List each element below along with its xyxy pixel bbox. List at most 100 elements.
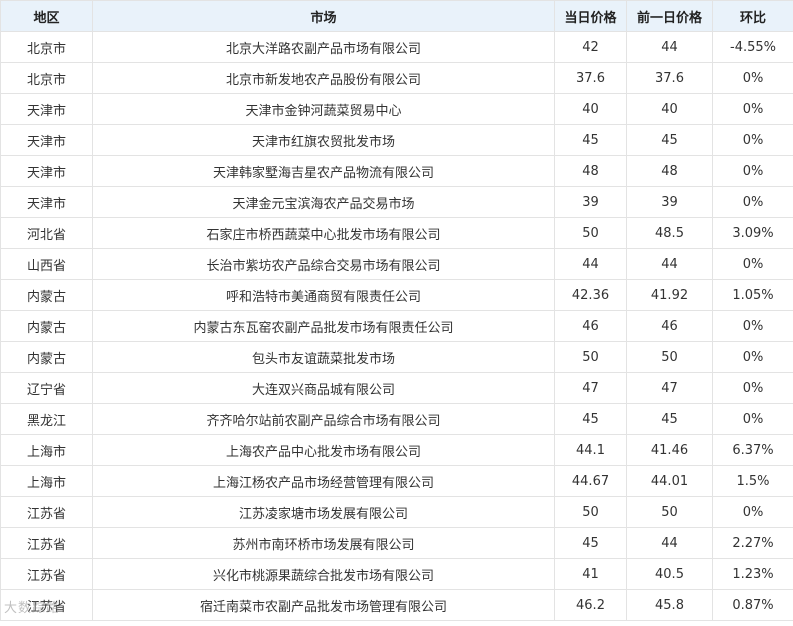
cell-prev-price: 41.46 <box>626 434 713 466</box>
cell-today-price: 44.1 <box>554 434 627 466</box>
cell-change: 2.27% <box>712 527 793 559</box>
cell-market: 上海江杨农产品市场经营管理有限公司 <box>92 465 555 497</box>
cell-change: 0% <box>712 310 793 342</box>
cell-prev-price: 44 <box>626 248 713 280</box>
header-market[interactable]: 市场 <box>92 0 555 32</box>
cell-region: 山西省 <box>0 248 93 280</box>
cell-change: 6.37% <box>712 434 793 466</box>
header-today-price[interactable]: 当日价格 <box>554 0 627 32</box>
header-change[interactable]: 环比 <box>712 0 793 32</box>
cell-market: 天津市红旗农贸批发市场 <box>92 124 555 156</box>
table-row: 山西省 长治市紫坊农产品综合交易市场有限公司 44 44 0% <box>0 248 793 280</box>
cell-today-price: 46.2 <box>554 589 627 621</box>
cell-market: 大连双兴商品城有限公司 <box>92 372 555 404</box>
cell-today-price: 41 <box>554 558 627 590</box>
table-row: 北京市 北京大洋路农副产品市场有限公司 42 44 -4.55% <box>0 31 793 63</box>
cell-change: 0% <box>712 496 793 528</box>
table-row: 内蒙古 呼和浩特市美通商贸有限责任公司 42.36 41.92 1.05% <box>0 279 793 311</box>
cell-today-price: 50 <box>554 496 627 528</box>
table-row: 天津市 天津金元宝滨海农产品交易市场 39 39 0% <box>0 186 793 218</box>
cell-today-price: 44 <box>554 248 627 280</box>
cell-market: 上海农产品中心批发市场有限公司 <box>92 434 555 466</box>
cell-change: 0% <box>712 93 793 125</box>
table-row: 天津市 天津市金钟河蔬菜贸易中心 40 40 0% <box>0 93 793 125</box>
cell-region: 内蒙古 <box>0 341 93 373</box>
cell-today-price: 42 <box>554 31 627 63</box>
table-row: 江苏省 兴化市桃源果蔬综合批发市场有限公司 41 40.5 1.23% <box>0 558 793 590</box>
cell-region: 江苏省 <box>0 558 93 590</box>
cell-market: 包头市友谊蔬菜批发市场 <box>92 341 555 373</box>
cell-region: 江苏省 <box>0 589 93 621</box>
cell-change: 0.87% <box>712 589 793 621</box>
cell-prev-price: 48 <box>626 155 713 187</box>
table-row: 上海市 上海江杨农产品市场经营管理有限公司 44.67 44.01 1.5% <box>0 465 793 497</box>
cell-today-price: 45 <box>554 403 627 435</box>
cell-change: 0% <box>712 124 793 156</box>
cell-prev-price: 50 <box>626 341 713 373</box>
cell-today-price: 50 <box>554 341 627 373</box>
cell-prev-price: 37.6 <box>626 62 713 94</box>
cell-region: 黑龙江 <box>0 403 93 435</box>
table-row: 黑龙江 齐齐哈尔站前农副产品综合市场有限公司 45 45 0% <box>0 403 793 435</box>
cell-market: 天津韩家墅海吉星农产品物流有限公司 <box>92 155 555 187</box>
cell-region: 江苏省 <box>0 496 93 528</box>
header-region[interactable]: 地区 <box>0 0 93 32</box>
cell-change: 1.05% <box>712 279 793 311</box>
cell-prev-price: 44 <box>626 527 713 559</box>
table-row: 辽宁省 大连双兴商品城有限公司 47 47 0% <box>0 372 793 404</box>
table-row: 内蒙古 内蒙古东瓦窑农副产品批发市场有限责任公司 46 46 0% <box>0 310 793 342</box>
cell-change: 1.23% <box>712 558 793 590</box>
cell-market: 宿迁南菜市农副产品批发市场管理有限公司 <box>92 589 555 621</box>
cell-change: 0% <box>712 62 793 94</box>
cell-region: 北京市 <box>0 62 93 94</box>
table-row: 江苏省 宿迁南菜市农副产品批发市场管理有限公司 46.2 45.8 0.87% <box>0 589 793 621</box>
cell-market: 石家庄市桥西蔬菜中心批发市场有限公司 <box>92 217 555 249</box>
cell-prev-price: 40.5 <box>626 558 713 590</box>
cell-change: 0% <box>712 341 793 373</box>
cell-today-price: 44.67 <box>554 465 627 497</box>
cell-region: 江苏省 <box>0 527 93 559</box>
table-row: 上海市 上海农产品中心批发市场有限公司 44.1 41.46 6.37% <box>0 434 793 466</box>
cell-prev-price: 41.92 <box>626 279 713 311</box>
table-row: 河北省 石家庄市桥西蔬菜中心批发市场有限公司 50 48.5 3.09% <box>0 217 793 249</box>
cell-prev-price: 48.5 <box>626 217 713 249</box>
header-prev-price[interactable]: 前一日价格 <box>626 0 713 32</box>
cell-change: 1.5% <box>712 465 793 497</box>
cell-change: -4.55% <box>712 31 793 63</box>
cell-region: 河北省 <box>0 217 93 249</box>
cell-change: 0% <box>712 372 793 404</box>
cell-change: 0% <box>712 186 793 218</box>
price-table: 地区 市场 当日价格 前一日价格 环比 北京市 北京大洋路农副产品市场有限公司 42… <box>0 0 793 621</box>
table-row: 江苏省 苏州市南环桥市场发展有限公司 45 44 2.27% <box>0 527 793 559</box>
cell-prev-price: 45.8 <box>626 589 713 621</box>
table-body: 北京市 北京大洋路农副产品市场有限公司 42 44 -4.55% 北京市 北京市新发地农产品… <box>0 31 793 621</box>
cell-change: 0% <box>712 155 793 187</box>
cell-market: 齐齐哈尔站前农副产品综合市场有限公司 <box>92 403 555 435</box>
cell-today-price: 47 <box>554 372 627 404</box>
cell-today-price: 40 <box>554 93 627 125</box>
cell-change: 0% <box>712 403 793 435</box>
cell-prev-price: 50 <box>626 496 713 528</box>
cell-change: 3.09% <box>712 217 793 249</box>
cell-prev-price: 47 <box>626 372 713 404</box>
cell-market: 江苏凌家塘市场发展有限公司 <box>92 496 555 528</box>
cell-prev-price: 40 <box>626 93 713 125</box>
cell-today-price: 37.6 <box>554 62 627 94</box>
cell-today-price: 39 <box>554 186 627 218</box>
cell-region: 上海市 <box>0 465 93 497</box>
table-row: 江苏省 江苏凌家塘市场发展有限公司 50 50 0% <box>0 496 793 528</box>
cell-market: 呼和浩特市美通商贸有限责任公司 <box>92 279 555 311</box>
cell-today-price: 42.36 <box>554 279 627 311</box>
cell-region: 内蒙古 <box>0 310 93 342</box>
cell-prev-price: 45 <box>626 403 713 435</box>
table-header-row: 地区 市场 当日价格 前一日价格 环比 <box>0 0 793 32</box>
cell-region: 北京市 <box>0 31 93 63</box>
cell-region: 天津市 <box>0 93 93 125</box>
cell-today-price: 45 <box>554 527 627 559</box>
table-row: 内蒙古 包头市友谊蔬菜批发市场 50 50 0% <box>0 341 793 373</box>
cell-today-price: 45 <box>554 124 627 156</box>
cell-prev-price: 44 <box>626 31 713 63</box>
cell-region: 天津市 <box>0 124 93 156</box>
cell-prev-price: 39 <box>626 186 713 218</box>
cell-today-price: 50 <box>554 217 627 249</box>
